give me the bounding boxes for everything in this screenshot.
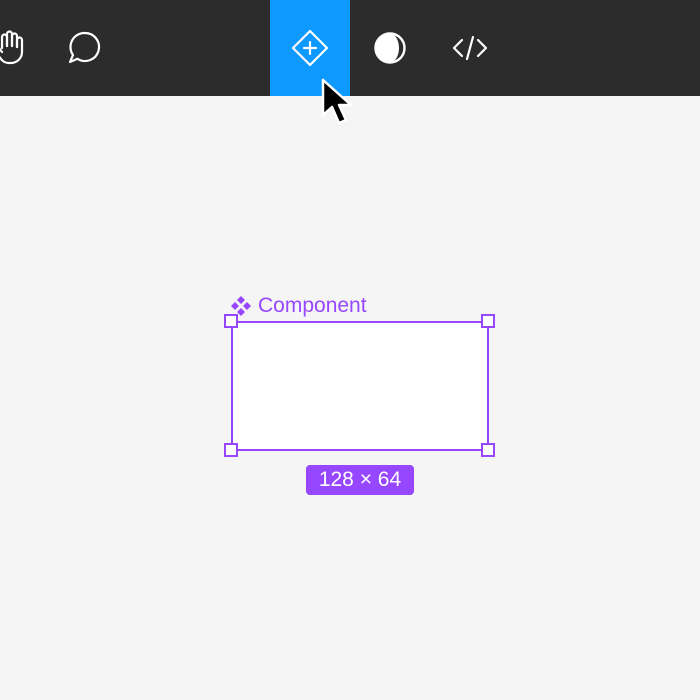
component-icon (291, 29, 329, 67)
comment-tool-button[interactable] (45, 0, 125, 96)
code-icon (452, 35, 488, 61)
code-tool-button[interactable] (430, 0, 510, 96)
arrow-cursor-icon (321, 78, 353, 125)
resize-handle-bottom-right[interactable] (481, 443, 495, 457)
frame-label[interactable]: Component (230, 293, 367, 319)
frame-label-text: Component (258, 294, 367, 317)
hand-icon (0, 30, 24, 65)
comment-icon (68, 31, 101, 64)
size-badge: 128 × 64 (306, 465, 414, 495)
theme-tool-button[interactable] (350, 0, 430, 96)
component-frame[interactable] (231, 321, 489, 451)
resize-handle-top-left[interactable] (224, 314, 238, 328)
hand-tool-button[interactable] (0, 0, 50, 96)
resize-handle-bottom-left[interactable] (224, 443, 238, 457)
resize-handle-top-right[interactable] (481, 314, 495, 328)
contrast-icon (374, 32, 406, 64)
